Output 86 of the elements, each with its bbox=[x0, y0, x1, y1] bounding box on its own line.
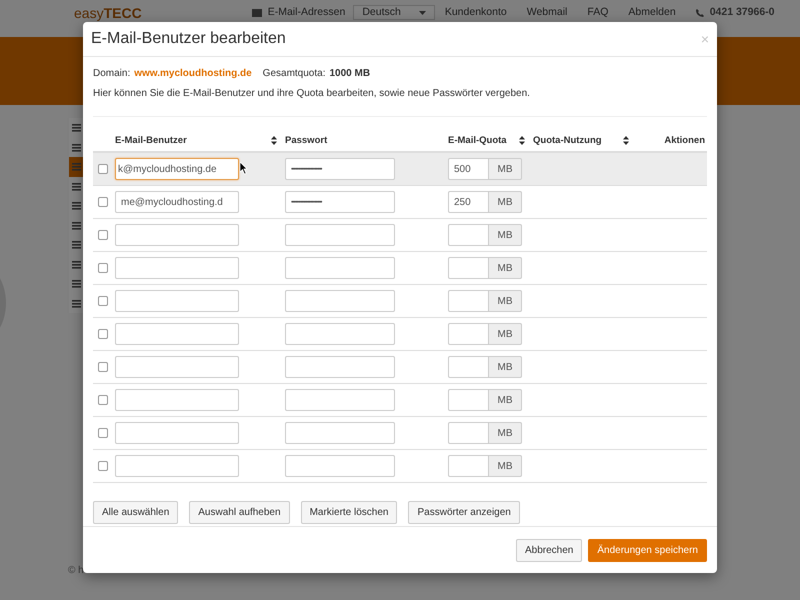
row-checkbox[interactable] bbox=[98, 164, 108, 174]
cursor-icon bbox=[240, 162, 248, 174]
table-action-button[interactable]: Passwörter anzeigen bbox=[408, 501, 520, 524]
password-field[interactable] bbox=[285, 323, 395, 346]
quota-field[interactable]: 500 bbox=[448, 158, 489, 180]
menu-icon[interactable] bbox=[72, 298, 81, 308]
email-field[interactable] bbox=[115, 455, 239, 477]
table-action-button[interactable]: Markierte löschen bbox=[300, 501, 398, 524]
quota-field[interactable] bbox=[448, 290, 489, 312]
menu-icon[interactable] bbox=[72, 142, 81, 152]
column-header[interactable]: Aktionen bbox=[664, 134, 705, 146]
quota-field[interactable] bbox=[448, 224, 489, 246]
table-action-button[interactable]: Auswahl aufheben bbox=[189, 501, 290, 524]
menu-icon[interactable] bbox=[72, 220, 81, 230]
unit-label: MB bbox=[489, 191, 522, 213]
quota-value: 1000 MB bbox=[329, 68, 370, 79]
unit-label: MB bbox=[489, 290, 522, 312]
menu-icon[interactable] bbox=[72, 240, 81, 250]
dialog-title: E-Mail-Benutzer bearbeiten bbox=[91, 30, 286, 48]
row-checkbox[interactable] bbox=[98, 428, 108, 438]
email-field[interactable] bbox=[115, 389, 239, 411]
copyright-text: © h bbox=[68, 565, 84, 576]
row-checkbox[interactable] bbox=[98, 197, 108, 207]
unit-label: MB bbox=[489, 158, 522, 180]
menu-icon[interactable] bbox=[72, 182, 81, 191]
nav-link[interactable]: Abmelden bbox=[628, 6, 676, 19]
quota-field[interactable] bbox=[448, 356, 489, 378]
email-field[interactable] bbox=[115, 356, 239, 378]
column-header[interactable]: E-Mail-Benutzer bbox=[115, 134, 187, 146]
domain-label: Domain: bbox=[93, 68, 130, 79]
password-field[interactable] bbox=[285, 455, 395, 478]
row-checkbox[interactable] bbox=[98, 263, 108, 273]
nav-link[interactable]: E-Mail-Adressen bbox=[252, 6, 346, 19]
row-checkbox[interactable] bbox=[98, 395, 108, 405]
phone-number: 0421 37966-0 bbox=[696, 6, 774, 19]
nav-link[interactable]: Kundenkonto bbox=[444, 6, 507, 19]
email-field[interactable]: k@mycloudhosting.de bbox=[115, 158, 239, 180]
row-checkbox[interactable] bbox=[98, 230, 108, 240]
quota-field[interactable] bbox=[448, 389, 489, 411]
password-field[interactable] bbox=[285, 224, 395, 246]
password-field[interactable] bbox=[285, 290, 395, 312]
password-field[interactable] bbox=[285, 356, 395, 378]
caret-icon bbox=[418, 10, 426, 14]
unit-label: MB bbox=[489, 224, 522, 246]
sort-icon[interactable] bbox=[271, 136, 277, 144]
unit-label: MB bbox=[489, 389, 522, 411]
menu-icon[interactable] bbox=[72, 279, 81, 288]
quota-field[interactable] bbox=[448, 422, 489, 444]
sort-icon[interactable] bbox=[623, 136, 629, 144]
unit-label: MB bbox=[489, 323, 522, 345]
unit-label: MB bbox=[489, 257, 522, 279]
cancel-button[interactable]: Abbrechen bbox=[516, 538, 582, 562]
column-header[interactable]: Quota-Nutzung bbox=[533, 134, 602, 146]
quota-field[interactable] bbox=[448, 323, 489, 345]
table-action-button[interactable]: Alle auswählen bbox=[93, 501, 178, 524]
menu-icon[interactable] bbox=[72, 260, 81, 269]
email-field[interactable] bbox=[115, 290, 239, 312]
password-field[interactable] bbox=[285, 422, 395, 444]
quota-field[interactable] bbox=[448, 455, 489, 477]
column-header[interactable]: E-Mail-Quota bbox=[448, 134, 507, 146]
row-checkbox[interactable] bbox=[98, 461, 108, 471]
nav-link[interactable]: FAQ bbox=[587, 6, 608, 19]
quota-field[interactable]: 250 bbox=[448, 191, 489, 213]
email-field[interactable] bbox=[115, 323, 239, 345]
language-select[interactable]: Deutsch bbox=[353, 5, 435, 20]
quota-label: Gesamtquota: bbox=[262, 68, 326, 79]
email-field[interactable] bbox=[115, 257, 239, 279]
sort-icon[interactable] bbox=[519, 136, 525, 144]
unit-label: MB bbox=[489, 356, 522, 378]
phone-icon bbox=[696, 8, 704, 16]
nav-link[interactable]: Webmail bbox=[526, 6, 568, 19]
menu-icon[interactable] bbox=[72, 123, 81, 132]
intro-text: Hier können Sie die E-Mail-Benutzer und ihre Quota bearbeiten, sowie neue Passwörter vergeben. bbox=[93, 88, 707, 117]
row-checkbox[interactable] bbox=[98, 362, 108, 372]
column-header[interactable]: Passwort bbox=[285, 134, 328, 146]
email-field[interactable]: me@mycloudhosting.d bbox=[115, 191, 239, 213]
unit-label: MB bbox=[489, 422, 522, 444]
quota-field[interactable] bbox=[448, 257, 489, 279]
email-field[interactable] bbox=[115, 224, 239, 246]
menu-icon[interactable] bbox=[72, 201, 81, 210]
password-field[interactable] bbox=[285, 389, 395, 412]
email-field[interactable] bbox=[115, 422, 239, 444]
row-checkbox[interactable] bbox=[98, 296, 108, 306]
password-field[interactable] bbox=[285, 257, 395, 280]
unit-label: MB bbox=[489, 455, 522, 477]
row-checkbox[interactable] bbox=[98, 329, 108, 339]
